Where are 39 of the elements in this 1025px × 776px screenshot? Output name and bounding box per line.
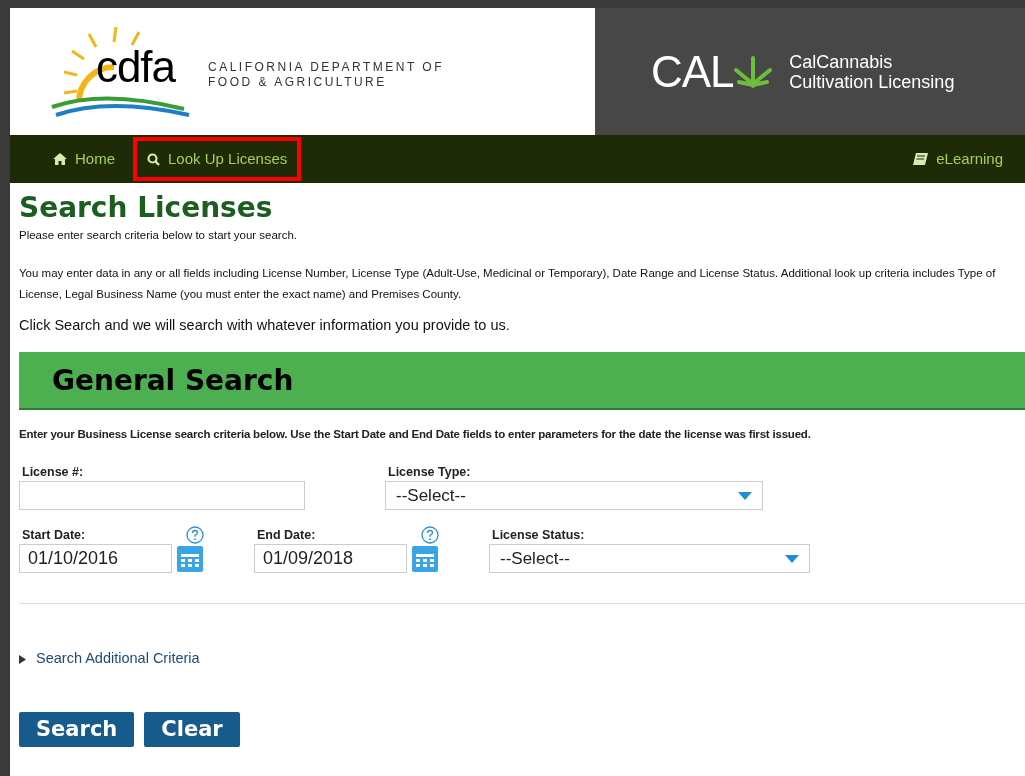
intro-text: Please enter search criteria below to start your search. <box>19 228 299 243</box>
brand-subtitle: Cultivation Licensing <box>789 71 955 92</box>
date-input[interactable]: 01/09/2018 <box>254 544 407 574</box>
field-label: Start Date: <box>21 526 86 544</box>
calendar-icon[interactable] <box>177 545 203 572</box>
logo-subtitle: CALIFORNIA DEPARTMENT OF <box>208 59 445 75</box>
caret-icon <box>19 654 26 664</box>
help-icon <box>186 526 204 545</box>
leaf-icon <box>733 55 774 88</box>
field-label: License Status: <box>491 526 585 544</box>
calendar-icon[interactable] <box>412 545 438 572</box>
nav-link[interactable]: Home <box>39 137 129 181</box>
section-heading: General Search <box>52 363 294 399</box>
description-text: You may enter data in any or all fields including License Number, License Type (Adult-Use, Medicinal or Temporary), Date Range and License Status. Additional look up criteria includes Type of License, Legal Business Name (you must enter the exact name) and Premises County. <box>19 266 997 303</box>
action-button[interactable]: Clear <box>144 712 240 747</box>
brand-text: CAL <box>651 49 734 94</box>
caret-icon <box>785 554 799 563</box>
field-label: End Date: <box>256 526 316 544</box>
search-icon <box>147 152 160 166</box>
date-input[interactable]: 01/10/2016 <box>19 544 172 574</box>
field-label: License #: <box>21 463 84 481</box>
page-title: Search Licenses <box>19 191 274 225</box>
select-dropdown[interactable]: --Select-- <box>489 544 810 574</box>
book-icon <box>913 153 929 165</box>
expand-link[interactable]: Search Additional Criteria <box>19 648 200 670</box>
home-icon <box>53 153 67 165</box>
select-dropdown[interactable]: --Select-- <box>385 481 763 511</box>
action-button[interactable]: Search <box>19 712 135 747</box>
text-input[interactable] <box>19 481 305 511</box>
caret-icon <box>738 491 752 500</box>
hint-text: Enter your Business License search criteria below. Use the Start Date and End Date fields to enter parameters for the date the license was first issued. <box>19 427 812 442</box>
logo-text: cdfa <box>96 44 175 89</box>
brand-subtitle: CalCannabis <box>789 51 894 72</box>
logo-subtitle: FOOD & AGRICULTURE <box>208 74 388 90</box>
nav-link[interactable]: eLearning <box>913 147 1003 171</box>
help-icon <box>421 526 439 545</box>
field-label: License Type: <box>387 463 471 481</box>
instruction-text: Click Search and we will search with whatever information you provide to us. <box>19 316 511 336</box>
nav-link[interactable]: Look Up Licenses <box>133 137 302 181</box>
